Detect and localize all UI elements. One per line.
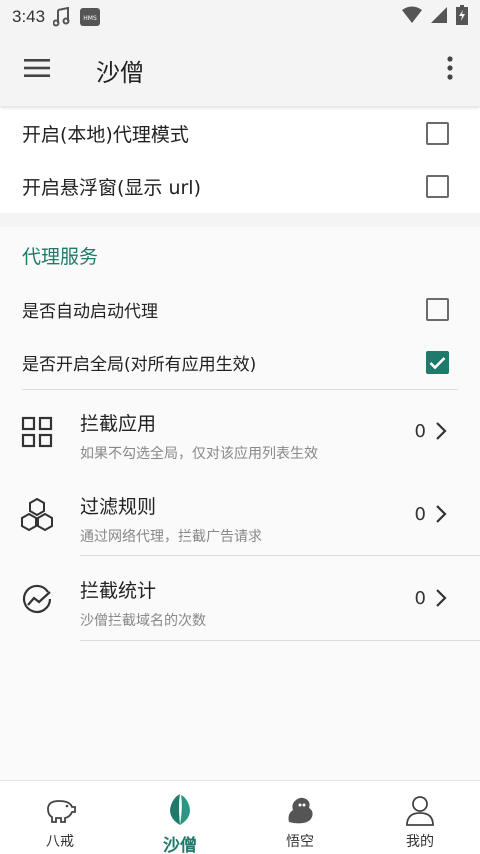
intercept-stats-title: 拦截统计 [80,580,157,602]
hamburger-icon [24,58,50,82]
top-options-card: 开启(本地)代理模式 开启悬浮窗(显示 url) [0,106,480,213]
menu-button[interactable] [0,34,74,106]
tab-wukong-label: 悟空 [286,834,314,850]
grid-icon [18,413,56,451]
divider [80,640,480,641]
local-proxy-checkbox[interactable] [426,122,449,145]
divider [22,389,458,390]
tab-mine[interactable]: 我的 [360,781,480,854]
app-bar: 沙僧 [0,34,480,106]
status-time: 3:43 [12,7,46,26]
chevron-right-icon [436,505,447,523]
floating-window-label: 开启悬浮窗(显示 url) [22,177,201,199]
tab-wukong[interactable]: 悟空 [240,781,360,854]
section-title-proxy-service: 代理服务 [22,246,99,268]
checkmark-icon [429,356,446,369]
tab-shaseng[interactable]: 沙僧 [120,781,240,854]
bottom-nav: 八戒 沙僧 悟空 我的 [0,780,480,854]
status-bar: 3:43 HMS [0,0,480,34]
wifi-icon [402,6,422,29]
intercept-stats-subtitle: 沙僧拦截域名的次数 [80,613,206,629]
monkey-icon [283,793,317,827]
filter-rules-row[interactable]: 过滤规则 通过网络代理，拦截广告请求 0 [0,474,480,556]
tab-bajie-label: 八戒 [46,834,74,850]
intercept-stats-count: 0 [414,588,426,609]
hms-icon: HMS [79,7,101,27]
stats-icon [18,580,56,618]
global-proxy-checkbox[interactable] [426,351,449,374]
auto-start-proxy-option[interactable]: 是否自动启动代理 [0,283,480,336]
floating-window-checkbox[interactable] [426,175,449,198]
battery-charging-icon [456,4,468,30]
auto-start-proxy-checkbox[interactable] [426,298,449,321]
local-proxy-label: 开启(本地)代理模式 [22,124,189,146]
floating-window-option[interactable]: 开启悬浮窗(显示 url) [0,160,480,213]
filter-rules-title: 过滤规则 [80,496,157,518]
signal-icon [430,6,448,29]
filter-rules-count: 0 [414,504,426,525]
hms-label: HMS [83,15,97,22]
music-note-icon [53,7,71,27]
intercept-apps-row[interactable]: 拦截应用 如果不勾选全局，仅对该应用列表生效 0 [0,391,480,473]
overflow-menu-button[interactable] [420,34,480,106]
intercept-apps-count: 0 [414,421,426,442]
divider [80,555,480,556]
chevron-right-icon [436,422,447,440]
tab-shaseng-label: 沙僧 [163,836,197,854]
person-icon [403,793,437,827]
filter-rules-subtitle: 通过网络代理，拦截广告请求 [80,529,262,545]
pig-icon [43,793,77,827]
leaf-icon [163,793,197,827]
page-title: 沙僧 [96,58,144,87]
auto-start-proxy-label: 是否自动启动代理 [22,302,158,322]
chevron-right-icon [436,589,447,607]
intercept-apps-subtitle: 如果不勾选全局，仅对该应用列表生效 [80,446,318,462]
tab-bajie[interactable]: 八戒 [0,781,120,854]
intercept-apps-title: 拦截应用 [80,413,157,435]
hexagons-icon [18,496,56,534]
local-proxy-option[interactable]: 开启(本地)代理模式 [0,107,480,160]
global-proxy-option[interactable]: 是否开启全局(对所有应用生效) [0,336,480,389]
global-proxy-label: 是否开启全局(对所有应用生效) [22,355,257,375]
intercept-stats-row[interactable]: 拦截统计 沙僧拦截域名的次数 0 [0,558,480,640]
tab-mine-label: 我的 [406,834,434,850]
more-vert-icon [447,56,453,84]
